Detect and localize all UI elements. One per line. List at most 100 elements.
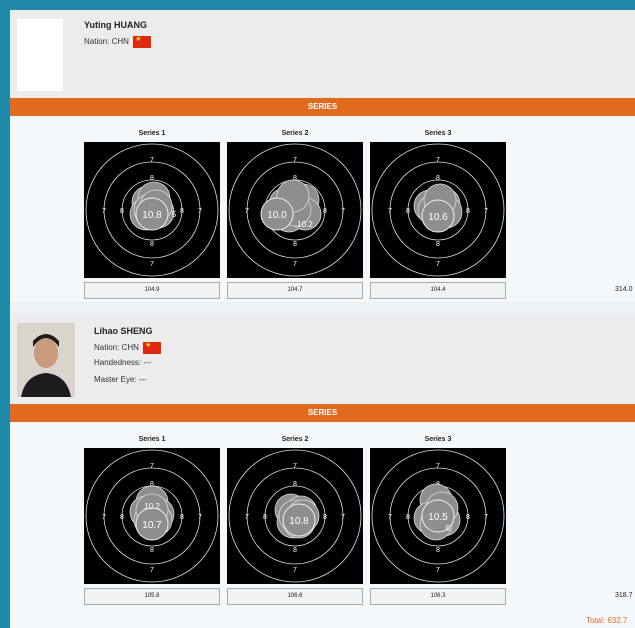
ring-label: 7 bbox=[484, 514, 488, 521]
ring-label: 8 bbox=[180, 514, 184, 521]
series-score: 104.9 bbox=[84, 282, 220, 299]
shooting-target[interactable]: 7777888810.55 bbox=[370, 448, 506, 584]
athlete-handedness: Handedness: --- bbox=[94, 358, 152, 367]
athlete-name: Yuting HUANG bbox=[84, 20, 147, 30]
ring-label: 8 bbox=[150, 175, 154, 182]
ring-label: 7 bbox=[436, 567, 440, 574]
athlete-nation: Nation: CHN bbox=[84, 36, 152, 48]
athlete-total: 314.0 bbox=[615, 286, 633, 293]
ring-label: 7 bbox=[102, 514, 106, 521]
ring-label: 7 bbox=[341, 208, 345, 215]
nation-label: Nation: CHN bbox=[84, 37, 129, 47]
ring-label: 7 bbox=[150, 261, 154, 268]
ring-label: 7 bbox=[245, 208, 249, 215]
series-score: 104.7 bbox=[227, 282, 363, 299]
ring-label: 8 bbox=[120, 208, 124, 215]
ring-label: 7 bbox=[150, 157, 154, 164]
ring-label: 7 bbox=[388, 208, 392, 215]
athlete-nation: Nation: CHN bbox=[94, 342, 162, 354]
shot-value: 10.2 bbox=[144, 502, 160, 511]
ring-label: 7 bbox=[150, 567, 154, 574]
shot-value: 10.2 bbox=[297, 220, 313, 229]
ring-label: 7 bbox=[150, 463, 154, 470]
series-title: Series 2 bbox=[281, 130, 309, 137]
series-score: 104.4 bbox=[370, 282, 506, 299]
ring-label: 7 bbox=[293, 157, 297, 164]
target-face-icon: 7777888810.55 bbox=[371, 449, 505, 583]
ring-label: 7 bbox=[436, 463, 440, 470]
shooting-target[interactable]: 7 7 7 7 8 8 8 8 10.8 5 bbox=[84, 142, 220, 278]
ring-label: 8 bbox=[150, 547, 154, 554]
series-title: Series 1 bbox=[138, 436, 166, 443]
ring-label: 8 bbox=[466, 208, 470, 215]
ring-label: 7 bbox=[341, 514, 345, 521]
athlete-card: Yuting HUANG Nation: CHN bbox=[10, 10, 635, 98]
athlete-card: Lihao SHENG Nation: CHN Handedness: --- … bbox=[10, 314, 635, 404]
ring-label: 7 bbox=[102, 208, 106, 215]
shot-value: 10.8 bbox=[289, 516, 309, 527]
series-score: 106.3 bbox=[370, 588, 506, 605]
ring-label: 8 bbox=[406, 514, 410, 521]
ring-label: 8 bbox=[323, 514, 327, 521]
athlete-photo bbox=[17, 323, 75, 397]
ring-label: 7 bbox=[198, 208, 202, 215]
series-score: 105.8 bbox=[84, 588, 220, 605]
ring-label: 8 bbox=[293, 241, 297, 248]
shot-value: 10.7 bbox=[142, 520, 162, 531]
ring-label: 8 bbox=[293, 481, 297, 488]
ring-label: 7 bbox=[198, 514, 202, 521]
ring-label: 7 bbox=[293, 567, 297, 574]
portrait-icon bbox=[17, 323, 75, 397]
ring-label: 8 bbox=[263, 514, 267, 521]
results-panel: Yuting HUANG Nation: CHN SERIES Series 1… bbox=[10, 10, 635, 628]
athlete-name: Lihao SHENG bbox=[94, 326, 153, 336]
ring-label: 7 bbox=[484, 208, 488, 215]
ring-label: 8 bbox=[436, 241, 440, 248]
grand-total: Total: 632.7 bbox=[586, 616, 628, 625]
athlete-photo-placeholder bbox=[17, 19, 63, 91]
nation-label: Nation: CHN bbox=[94, 343, 139, 353]
ring-label: 8 bbox=[150, 241, 154, 248]
shot-value: 10.0 bbox=[267, 210, 287, 221]
china-flag-icon bbox=[133, 36, 152, 48]
china-flag-icon bbox=[143, 342, 162, 354]
ring-label: 7 bbox=[436, 261, 440, 268]
series-section: Series 1 Series 2 Series 3 7 7 7 7 8 8 8 8 10.8 5… bbox=[10, 116, 635, 302]
shot-value: 10.5 bbox=[428, 512, 448, 523]
shot-value: 5 bbox=[172, 210, 177, 219]
shot-value: 10.8 bbox=[142, 210, 162, 221]
athlete-total: 318.7 bbox=[615, 592, 633, 599]
ring-label: 7 bbox=[293, 261, 297, 268]
series-score: 106.6 bbox=[227, 588, 363, 605]
shooting-target[interactable]: 7 7 7 7 8 8 8 8 10.7 10.2 bbox=[84, 448, 220, 584]
target-face-icon: 7 7 7 7 8 8 8 8 10.8 5 bbox=[85, 143, 219, 277]
ring-label: 8 bbox=[436, 547, 440, 554]
ring-label: 8 bbox=[293, 547, 297, 554]
ring-label: 8 bbox=[323, 208, 327, 215]
ring-label: 7 bbox=[293, 463, 297, 470]
athlete-master-eye: Master Eye: --- bbox=[94, 375, 147, 384]
series-title: Series 3 bbox=[424, 436, 452, 443]
ring-label: 7 bbox=[388, 514, 392, 521]
series-title: Series 2 bbox=[281, 436, 309, 443]
ring-label: 8 bbox=[466, 514, 470, 521]
ring-label: 8 bbox=[406, 208, 410, 215]
target-face-icon: 777 7888 810.710.2 bbox=[85, 449, 219, 583]
target-face-icon: 7 7 7 7 8 8 8 8 10.8 bbox=[228, 449, 362, 583]
series-section: Series 1 Series 2 Series 3 7 7 7 7 8 8 8 8 10.7 1… bbox=[10, 422, 635, 628]
shooting-target[interactable]: 7777888810.010.2 bbox=[227, 142, 363, 278]
ring-label: 7 bbox=[436, 157, 440, 164]
target-face-icon: 7 7 7 7 8 8 8 8 10.6 bbox=[371, 143, 505, 277]
ring-label: 8 bbox=[120, 514, 124, 521]
shooting-target[interactable]: 7 7 7 7 8 8 8 8 10.8 bbox=[227, 448, 363, 584]
series-title: Series 3 bbox=[424, 130, 452, 137]
shooting-target[interactable]: 7 7 7 7 8 8 8 8 10.6 bbox=[370, 142, 506, 278]
ring-label: 7 bbox=[245, 514, 249, 521]
series-header-bar: SERIES bbox=[10, 98, 635, 116]
shot-value: 10.6 bbox=[428, 212, 448, 223]
ring-label: 8 bbox=[436, 175, 440, 182]
target-face-icon: 7777888810.010.2 bbox=[228, 143, 362, 277]
ring-label: 8 bbox=[180, 208, 184, 215]
shot-value: 5 bbox=[446, 524, 451, 533]
series-title: Series 1 bbox=[138, 130, 166, 137]
